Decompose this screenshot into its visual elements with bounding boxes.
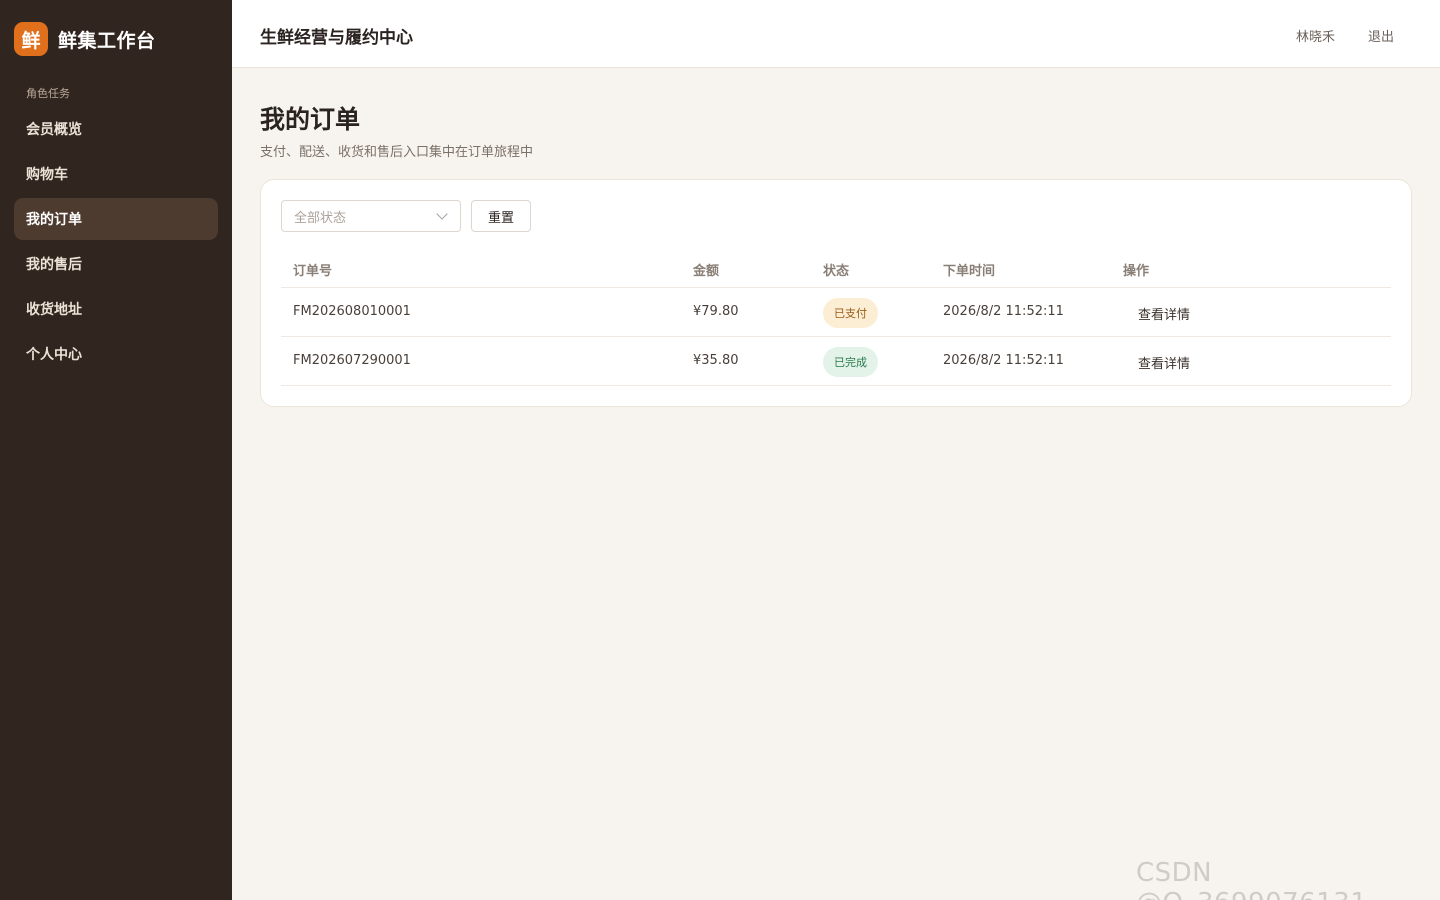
- view-details-link[interactable]: 查看详情: [1138, 304, 1190, 323]
- page-subtitle: 支付、配送、收货和售后入口集中在订单旅程中: [260, 145, 534, 160]
- order-time: 2026/8/2 11:52:11: [943, 304, 1064, 319]
- column-header-action: 操作: [1123, 264, 1150, 279]
- sidebar-item-addresses[interactable]: 收货地址: [14, 288, 218, 330]
- table-header: 订单号 金额 状态 下单时间 操作: [281, 248, 1391, 288]
- sidebar-item-after-sales[interactable]: 我的售后: [14, 243, 218, 285]
- status-filter-select[interactable]: 全部状态: [281, 200, 461, 232]
- brand-logo-icon: 鲜: [14, 22, 48, 56]
- reset-button[interactable]: 重置: [471, 200, 531, 232]
- table-row: FM202608010001 ¥79.80 已支付 2026/8/2 11:52…: [281, 288, 1391, 337]
- sidebar-item-member-overview[interactable]: 会员概览: [14, 108, 218, 150]
- orders-table: 订单号 金额 状态 下单时间 操作 FM202608010001 ¥79.80 …: [281, 248, 1391, 386]
- sidebar: 鲜 鲜集工作台 角色任务 会员概览 购物车 我的订单 我的售后 收货地址 个人中…: [0, 0, 232, 900]
- status-filter-placeholder: 全部状态: [294, 210, 347, 226]
- order-amount: ¥79.80: [693, 304, 739, 319]
- column-header-status: 状态: [823, 264, 850, 279]
- sidebar-nav: 会员概览 购物车 我的订单 我的售后 收货地址 个人中心: [14, 108, 218, 378]
- brand: 鲜 鲜集工作台: [14, 22, 156, 56]
- sidebar-item-cart[interactable]: 购物车: [14, 153, 218, 195]
- column-header-amount: 金额: [693, 264, 720, 279]
- top-header: 生鲜经营与履约中心 林晓禾 退出: [232, 0, 1440, 68]
- table-row: FM202607290001 ¥35.80 已完成 2026/8/2 11:52…: [281, 337, 1391, 386]
- order-no: FM202607290001: [293, 353, 411, 368]
- view-details-link[interactable]: 查看详情: [1138, 353, 1190, 372]
- brand-name: 鲜集工作台: [58, 29, 156, 52]
- column-header-order-time: 下单时间: [943, 264, 996, 279]
- nav-group-label: 角色任务: [26, 87, 70, 100]
- orders-card: 全部状态 重置 订单号 金额 状态 下单时间 操作 FM202608010001…: [260, 179, 1412, 407]
- status-badge: 已完成: [823, 347, 878, 377]
- sidebar-item-profile[interactable]: 个人中心: [14, 333, 218, 375]
- header-title: 生鲜经营与履约中心: [260, 28, 413, 48]
- order-no: FM202608010001: [293, 304, 411, 319]
- order-amount: ¥35.80: [693, 353, 739, 368]
- column-header-order-no: 订单号: [293, 264, 333, 279]
- logout-button[interactable]: 退出: [1368, 26, 1394, 45]
- watermark: CSDN @Q_3699076131: [1136, 858, 1367, 900]
- order-time: 2026/8/2 11:52:11: [943, 353, 1064, 368]
- sidebar-item-my-orders[interactable]: 我的订单: [14, 198, 218, 240]
- user-name[interactable]: 林晓禾: [1296, 26, 1335, 45]
- page-title: 我的订单: [260, 105, 361, 134]
- status-badge: 已支付: [823, 298, 878, 328]
- chevron-down-icon: [436, 208, 448, 220]
